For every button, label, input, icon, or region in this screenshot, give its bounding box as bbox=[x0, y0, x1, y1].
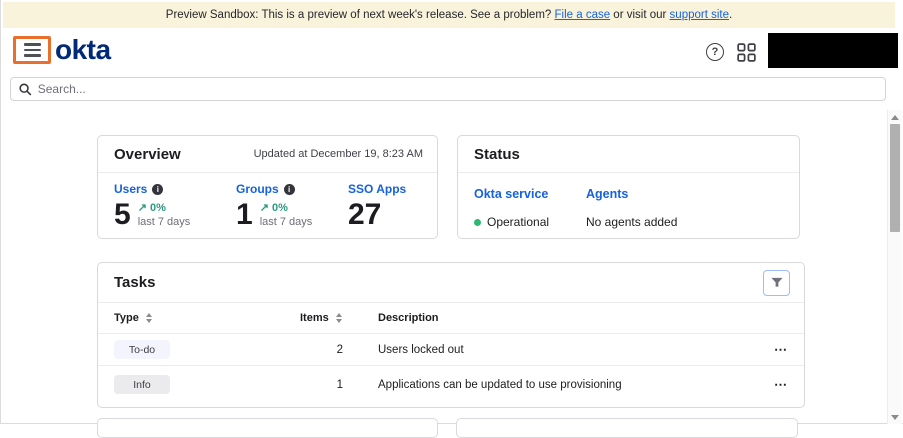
scrollbar-thumb[interactable] bbox=[890, 124, 900, 232]
users-trend-pct: 0% bbox=[150, 202, 166, 214]
metric-sso-apps: SSO Apps 27 bbox=[348, 182, 406, 231]
okta-service-column: Okta service Operational bbox=[474, 185, 586, 229]
trend-up-icon: ↗ bbox=[138, 202, 147, 214]
status-card-header: Status bbox=[458, 136, 799, 173]
okta-logo[interactable]: okta bbox=[55, 35, 111, 65]
tasks-filter-button[interactable] bbox=[763, 270, 790, 296]
type-column-header: Type bbox=[114, 312, 139, 324]
task-type-badge: To-do bbox=[114, 340, 170, 359]
overview-title: Overview bbox=[114, 146, 181, 163]
sort-icon[interactable] bbox=[336, 313, 342, 323]
groups-count: 1 bbox=[236, 199, 253, 231]
vertical-scrollbar[interactable] bbox=[887, 110, 902, 424]
sort-icon[interactable] bbox=[146, 313, 152, 323]
task-items-count: 1 bbox=[300, 379, 356, 391]
help-icon: ? bbox=[706, 43, 724, 61]
task-description: Applications can be updated to use provi… bbox=[356, 379, 748, 391]
overview-updated-timestamp: Updated at December 19, 8:23 AM bbox=[254, 148, 423, 160]
users-link[interactable]: Users bbox=[114, 182, 147, 196]
users-trend-period: last 7 days bbox=[138, 216, 191, 228]
okta-service-link[interactable]: Okta service bbox=[474, 187, 548, 201]
main-menu-button[interactable] bbox=[13, 36, 51, 64]
partial-card bbox=[456, 418, 798, 438]
agents-link[interactable]: Agents bbox=[586, 187, 628, 201]
tasks-card-header: Tasks bbox=[98, 263, 804, 303]
global-search[interactable] bbox=[10, 77, 886, 101]
banner-text: or visit our bbox=[610, 9, 669, 21]
file-a-case-link[interactable]: File a case bbox=[555, 9, 611, 21]
support-site-link[interactable]: support site bbox=[670, 9, 729, 21]
task-row-actions-button[interactable]: ⋯ bbox=[748, 342, 788, 358]
redacted-account-info bbox=[768, 33, 898, 68]
search-icon bbox=[19, 83, 32, 96]
items-column-header: Items bbox=[300, 312, 329, 324]
groups-link[interactable]: Groups bbox=[236, 182, 279, 196]
overview-metrics: Usersi 5 ↗ 0% last 7 days Groupsi 1 ↗ 0%… bbox=[98, 173, 437, 231]
tasks-table-header: Type Items Description bbox=[98, 303, 804, 333]
info-icon[interactable]: i bbox=[284, 184, 295, 195]
tasks-card: Tasks Type Items Description To-do 2 Use… bbox=[97, 262, 805, 408]
banner-text: Preview Sandbox: This is a preview of ne… bbox=[166, 9, 555, 21]
metric-users: Usersi 5 ↗ 0% last 7 days bbox=[114, 182, 236, 231]
status-card: Status Okta service Operational Agents N… bbox=[457, 135, 800, 239]
task-description: Users locked out bbox=[356, 344, 748, 356]
task-row-actions-button[interactable]: ⋯ bbox=[748, 377, 788, 393]
partial-card bbox=[97, 418, 438, 438]
scroll-up-arrow[interactable] bbox=[888, 111, 902, 123]
trend-up-icon: ↗ bbox=[260, 202, 269, 214]
groups-trend-period: last 7 days bbox=[260, 216, 313, 228]
agents-status: No agents added bbox=[586, 215, 677, 229]
status-columns: Okta service Operational Agents No agent… bbox=[458, 173, 799, 229]
info-icon[interactable]: i bbox=[152, 184, 163, 195]
apps-grid-button[interactable] bbox=[737, 43, 756, 65]
apps-grid-icon bbox=[737, 43, 756, 62]
status-title: Status bbox=[474, 146, 520, 163]
sso-apps-count: 27 bbox=[348, 199, 381, 231]
sso-apps-link[interactable]: SSO Apps bbox=[348, 182, 406, 196]
preview-banner: Preview Sandbox: This is a preview of ne… bbox=[3, 2, 895, 28]
groups-trend-pct: 0% bbox=[272, 202, 288, 214]
scroll-down-arrow[interactable] bbox=[888, 411, 902, 423]
hamburger-icon bbox=[24, 43, 41, 57]
task-row: Info 1 Applications can be updated to us… bbox=[98, 365, 804, 403]
operational-status-dot bbox=[474, 219, 481, 226]
agents-column: Agents No agents added bbox=[586, 185, 677, 229]
task-row: To-do 2 Users locked out ⋯ bbox=[98, 333, 804, 365]
banner-text: . bbox=[729, 9, 732, 21]
okta-service-status: Operational bbox=[487, 215, 549, 229]
metric-groups: Groupsi 1 ↗ 0% last 7 days bbox=[236, 182, 348, 231]
search-input[interactable] bbox=[38, 82, 877, 96]
description-column-header: Description bbox=[356, 312, 748, 324]
overview-card: Overview Updated at December 19, 8:23 AM… bbox=[97, 135, 438, 239]
filter-funnel-icon bbox=[771, 277, 783, 288]
help-button[interactable]: ? bbox=[706, 43, 724, 61]
users-count: 5 bbox=[114, 199, 131, 231]
task-type-badge: Info bbox=[114, 375, 170, 394]
tasks-title: Tasks bbox=[114, 274, 155, 291]
task-items-count: 2 bbox=[300, 344, 356, 356]
overview-card-header: Overview Updated at December 19, 8:23 AM bbox=[98, 136, 437, 173]
